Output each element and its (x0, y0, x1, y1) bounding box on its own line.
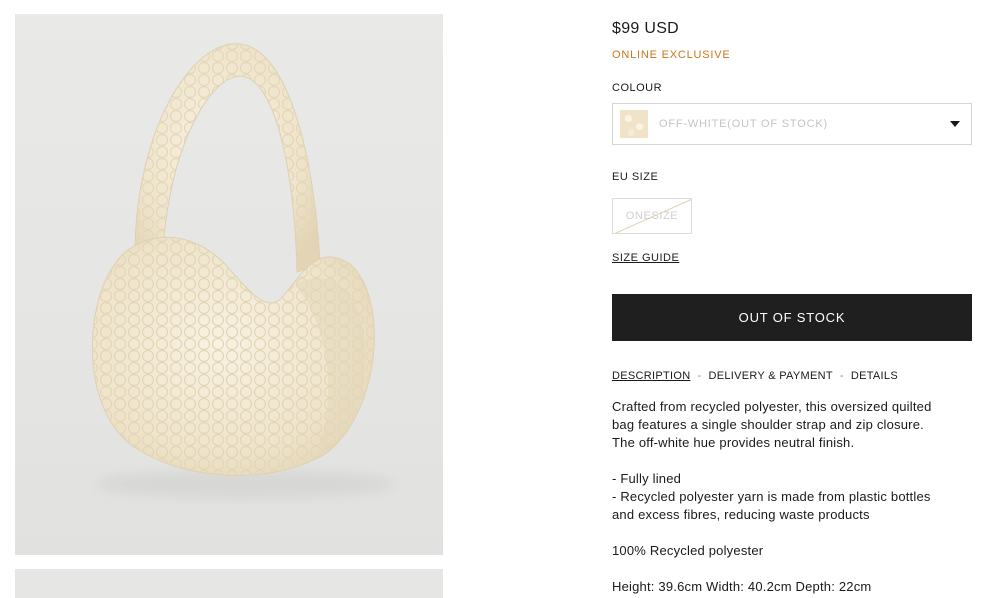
colour-selected-value: OFF-WHITE(OUT OF STOCK) (659, 118, 828, 130)
product-image-secondary[interactable] (15, 569, 443, 598)
size-guide-link[interactable]: SIZE GUIDE (612, 252, 679, 264)
size-option-label: ONESIZE (625, 210, 679, 222)
description-line: Crafted from recycled polyester, this ov… (612, 399, 932, 414)
tab-description[interactable]: DESCRIPTION (612, 370, 690, 382)
description-bullet: and excess fibres, reducing waste produc… (612, 507, 870, 522)
product-image-main[interactable] (15, 14, 443, 555)
tab-separator: - (839, 370, 844, 382)
info-tabs: DESCRIPTION - DELIVERY & PAYMENT - DETAILS (612, 370, 898, 382)
product-description: Crafted from recycled polyester, this ov… (612, 398, 972, 596)
chevron-down-icon (950, 121, 960, 127)
product-photo (91, 43, 395, 498)
dimensions-text: Height: 39.6cm Width: 40.2cm Depth: 22cm (612, 579, 872, 594)
tab-delivery-payment[interactable]: DELIVERY & PAYMENT (708, 370, 832, 382)
colour-select[interactable]: OFF-WHITE(OUT OF STOCK) (612, 103, 972, 145)
colour-label: COLOUR (612, 82, 663, 94)
tab-details[interactable]: DETAILS (851, 370, 898, 382)
description-line: The off-white hue provides neutral finis… (612, 435, 855, 450)
description-line: bag features a single shoulder strap and… (612, 417, 924, 432)
description-bullet: - Recycled polyester yarn is made from p… (612, 489, 931, 504)
online-exclusive-badge: ONLINE EXCLUSIVE (612, 49, 731, 61)
description-bullet: - Fully lined (612, 471, 682, 486)
product-price: $99 USD (612, 20, 680, 37)
size-option-onesize[interactable]: ONESIZE (612, 198, 692, 234)
composition-text: 100% Recycled polyester (612, 543, 764, 558)
tab-separator: - (697, 370, 702, 382)
colour-swatch (620, 110, 648, 138)
out-of-stock-button[interactable]: OUT OF STOCK (612, 294, 972, 341)
size-label: EU SIZE (612, 171, 659, 183)
